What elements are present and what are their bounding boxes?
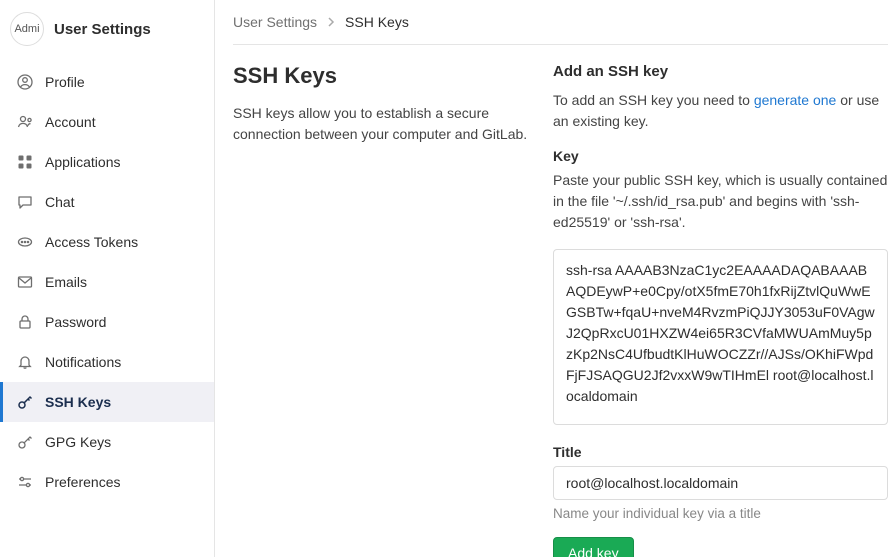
preferences-icon xyxy=(17,474,33,490)
sidebar-item-profile[interactable]: Profile xyxy=(0,62,214,102)
page-intro: SSH Keys SSH keys allow you to establish… xyxy=(233,63,553,557)
sidebar-header: Admi User Settings xyxy=(0,0,214,62)
key-label: Key xyxy=(553,148,888,164)
key-icon xyxy=(17,394,33,410)
lock-icon xyxy=(17,314,33,330)
bell-icon xyxy=(17,354,33,370)
breadcrumb-current: SSH Keys xyxy=(345,14,409,30)
sidebar-item-label: Chat xyxy=(45,194,75,210)
apps-icon xyxy=(17,154,33,170)
sidebar-item-notifications[interactable]: Notifications xyxy=(0,342,214,382)
sidebar-item-label: Notifications xyxy=(45,354,121,370)
avatar: Admi xyxy=(10,12,44,46)
form-intro: To add an SSH key you need to generate o… xyxy=(553,90,888,132)
sidebar-item-label: Profile xyxy=(45,74,85,90)
ssh-key-textarea[interactable] xyxy=(553,249,888,425)
sidebar-item-password[interactable]: Password xyxy=(0,302,214,342)
sidebar: Admi User Settings Profile Account Appli… xyxy=(0,0,215,557)
breadcrumb: User Settings SSH Keys xyxy=(233,14,888,45)
add-key-form: Add an SSH key To add an SSH key you nee… xyxy=(553,63,888,557)
sidebar-item-preferences[interactable]: Preferences xyxy=(0,462,214,502)
user-circle-icon xyxy=(17,74,33,90)
email-icon xyxy=(17,274,33,290)
account-icon xyxy=(17,114,33,130)
breadcrumb-root[interactable]: User Settings xyxy=(233,14,317,30)
sidebar-item-label: Emails xyxy=(45,274,87,290)
sidebar-item-ssh-keys[interactable]: SSH Keys xyxy=(0,382,214,422)
chat-icon xyxy=(17,194,33,210)
key-help-text: Paste your public SSH key, which is usua… xyxy=(553,170,888,233)
sidebar-item-label: SSH Keys xyxy=(45,394,111,410)
token-icon xyxy=(17,234,33,250)
sidebar-item-gpg-keys[interactable]: GPG Keys xyxy=(0,422,214,462)
sidebar-item-label: Password xyxy=(45,314,106,330)
page-title: SSH Keys xyxy=(233,63,533,89)
sidebar-item-label: Access Tokens xyxy=(45,234,138,250)
add-key-button[interactable]: Add key xyxy=(553,537,634,557)
sidebar-item-label: Preferences xyxy=(45,474,120,490)
sidebar-nav: Profile Account Applications Chat Access… xyxy=(0,62,214,502)
page-description: SSH keys allow you to establish a secure… xyxy=(233,103,533,145)
sidebar-item-account[interactable]: Account xyxy=(0,102,214,142)
sidebar-item-applications[interactable]: Applications xyxy=(0,142,214,182)
key-icon xyxy=(17,434,33,450)
generate-one-link[interactable]: generate one xyxy=(754,92,837,108)
sidebar-item-chat[interactable]: Chat xyxy=(0,182,214,222)
form-section-title: Add an SSH key xyxy=(553,63,888,80)
avatar-alt: Admi xyxy=(14,23,39,35)
title-hint: Name your individual key via a title xyxy=(553,506,888,521)
sidebar-item-label: Account xyxy=(45,114,96,130)
main-content: User Settings SSH Keys SSH Keys SSH keys… xyxy=(215,0,888,557)
sidebar-item-access-tokens[interactable]: Access Tokens xyxy=(0,222,214,262)
sidebar-item-label: Applications xyxy=(45,154,121,170)
sidebar-title: User Settings xyxy=(54,21,151,38)
title-input[interactable] xyxy=(553,466,888,500)
chevron-right-icon xyxy=(327,17,335,27)
sidebar-item-label: GPG Keys xyxy=(45,434,111,450)
title-label: Title xyxy=(553,444,888,460)
sidebar-item-emails[interactable]: Emails xyxy=(0,262,214,302)
